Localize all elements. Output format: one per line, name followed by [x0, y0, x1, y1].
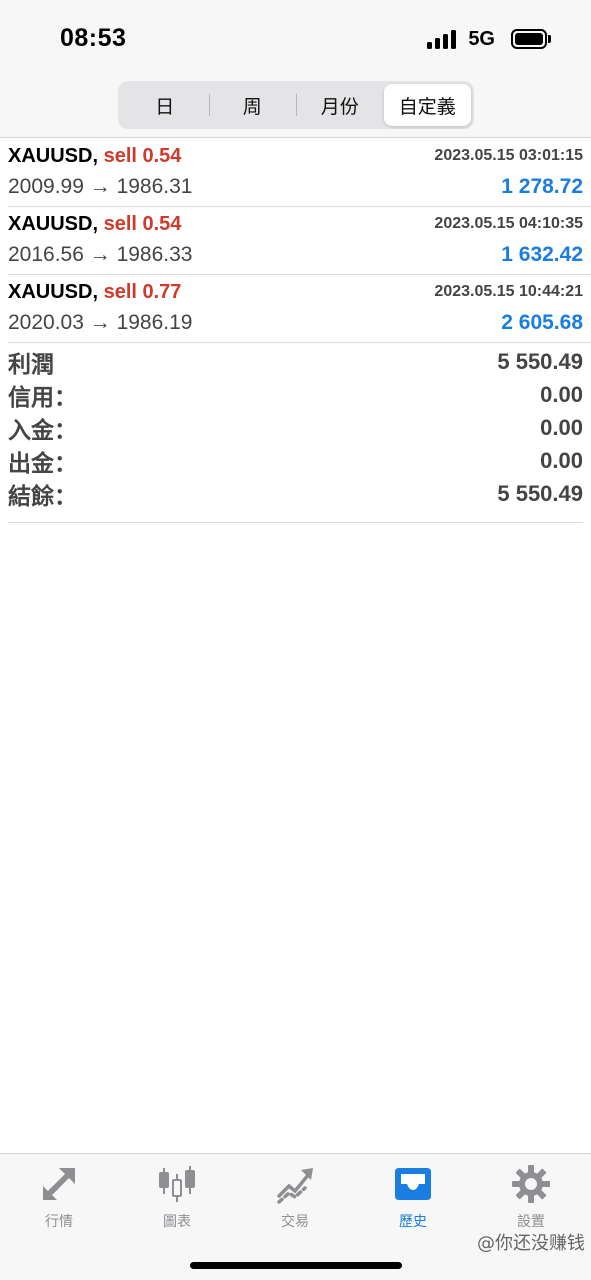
period-tab-month[interactable]: 月份 [296, 84, 384, 126]
trade-prices: 2020.03 → 1986.19 [8, 311, 193, 334]
summary-label: 信用： [8, 383, 77, 410]
trade-time: 2023.05.15 04:10:35 [434, 215, 583, 232]
trade-symbol: XAUUSD, [8, 281, 99, 303]
period-tab-week[interactable]: 周 [208, 84, 297, 126]
trade-side-volume: sell 0.77 [103, 281, 182, 303]
summary-value: 0.00 [540, 447, 583, 473]
trade-profit: 1 632.42 [501, 243, 583, 266]
home-indicator [190, 1262, 402, 1269]
tab-label: 行情 [45, 1213, 73, 1229]
signal-strength-icon [427, 29, 457, 49]
trade-symbol-line: XAUUSD, sell 0.54 [8, 213, 181, 236]
trade-row[interactable]: XAUUSD, sell 0.54 2023.05.15 03:01:15 20… [8, 139, 591, 207]
tab-label: 圖表 [163, 1213, 191, 1229]
trade-symbol: XAUUSD, [8, 145, 99, 167]
summary-value: 0.00 [540, 414, 583, 440]
status-bar: 08:53 5G [0, 0, 591, 76]
battery-icon [511, 29, 551, 49]
account-summary: 利潤 5 550.49 信用： 0.00 入金： 0.00 出金： 0.00 結… [8, 345, 583, 523]
gear-icon [512, 1165, 550, 1203]
tab-quotes[interactable]: 行情 [0, 1164, 118, 1234]
summary-label: 出金： [8, 449, 77, 476]
tab-label: 交易 [281, 1213, 309, 1229]
summary-label: 利潤 [8, 350, 54, 377]
trade-prices: 2016.56 → 1986.33 [8, 243, 193, 266]
trade-profit: 1 278.72 [501, 175, 583, 198]
trade-symbol: XAUUSD, [8, 213, 99, 235]
network-type: 5G [468, 27, 495, 50]
period-tab-day[interactable]: 日 [121, 84, 209, 126]
trade-symbol-line: XAUUSD, sell 0.54 [8, 145, 181, 168]
summary-row-withdrawal: 出金： 0.00 [8, 444, 583, 477]
tab-charts[interactable]: 圖表 [118, 1164, 236, 1234]
period-tab-custom[interactable]: 自定義 [383, 84, 471, 126]
watermark: @你还没赚钱 [477, 1233, 585, 1254]
summary-row-profit: 利潤 5 550.49 [8, 345, 583, 378]
tab-label: 設置 [517, 1213, 545, 1229]
trade-symbol-line: XAUUSD, sell 0.77 [8, 281, 181, 304]
trade-time: 2023.05.15 03:01:15 [434, 147, 583, 164]
quotes-arrows-icon [43, 1168, 75, 1200]
trade-prices: 2009.99 → 1986.31 [8, 175, 193, 198]
trade-side-volume: sell 0.54 [103, 145, 182, 167]
summary-value: 5 550.49 [497, 480, 583, 506]
trade-trend-icon [277, 1168, 313, 1204]
summary-value: 0.00 [540, 381, 583, 407]
history-header: 日 周 月份 自定義 [0, 76, 591, 138]
period-segmented-control: 日 周 月份 自定義 [118, 81, 474, 129]
trade-history-list: XAUUSD, sell 0.54 2023.05.15 03:01:15 20… [0, 139, 591, 343]
status-indicators: 5G [427, 28, 551, 50]
tab-settings[interactable]: 設置 [472, 1164, 590, 1234]
summary-label: 入金： [8, 416, 77, 443]
summary-label: 結餘： [8, 482, 77, 509]
candlestick-chart-icon [159, 1166, 195, 1202]
tab-trade[interactable]: 交易 [236, 1164, 354, 1234]
summary-row-balance: 結餘： 5 550.49 [8, 477, 583, 510]
trade-row[interactable]: XAUUSD, sell 0.77 2023.05.15 10:44:21 20… [8, 275, 591, 343]
trade-row[interactable]: XAUUSD, sell 0.54 2023.05.15 04:10:35 20… [8, 207, 591, 275]
bottom-tab-bar: 行情 圖表 交易 歷史 設置 @你还没赚钱 [0, 1153, 591, 1280]
summary-row-deposit: 入金： 0.00 [8, 411, 583, 444]
summary-row-credit: 信用： 0.00 [8, 378, 583, 411]
trade-time: 2023.05.15 10:44:21 [434, 283, 583, 300]
trade-profit: 2 605.68 [501, 311, 583, 334]
tab-history[interactable]: 歷史 [354, 1164, 472, 1234]
history-inbox-icon [395, 1168, 431, 1200]
status-time: 08:53 [60, 24, 127, 52]
trade-side-volume: sell 0.54 [103, 213, 182, 235]
tab-label: 歷史 [399, 1213, 427, 1229]
summary-value: 5 550.49 [497, 348, 583, 374]
